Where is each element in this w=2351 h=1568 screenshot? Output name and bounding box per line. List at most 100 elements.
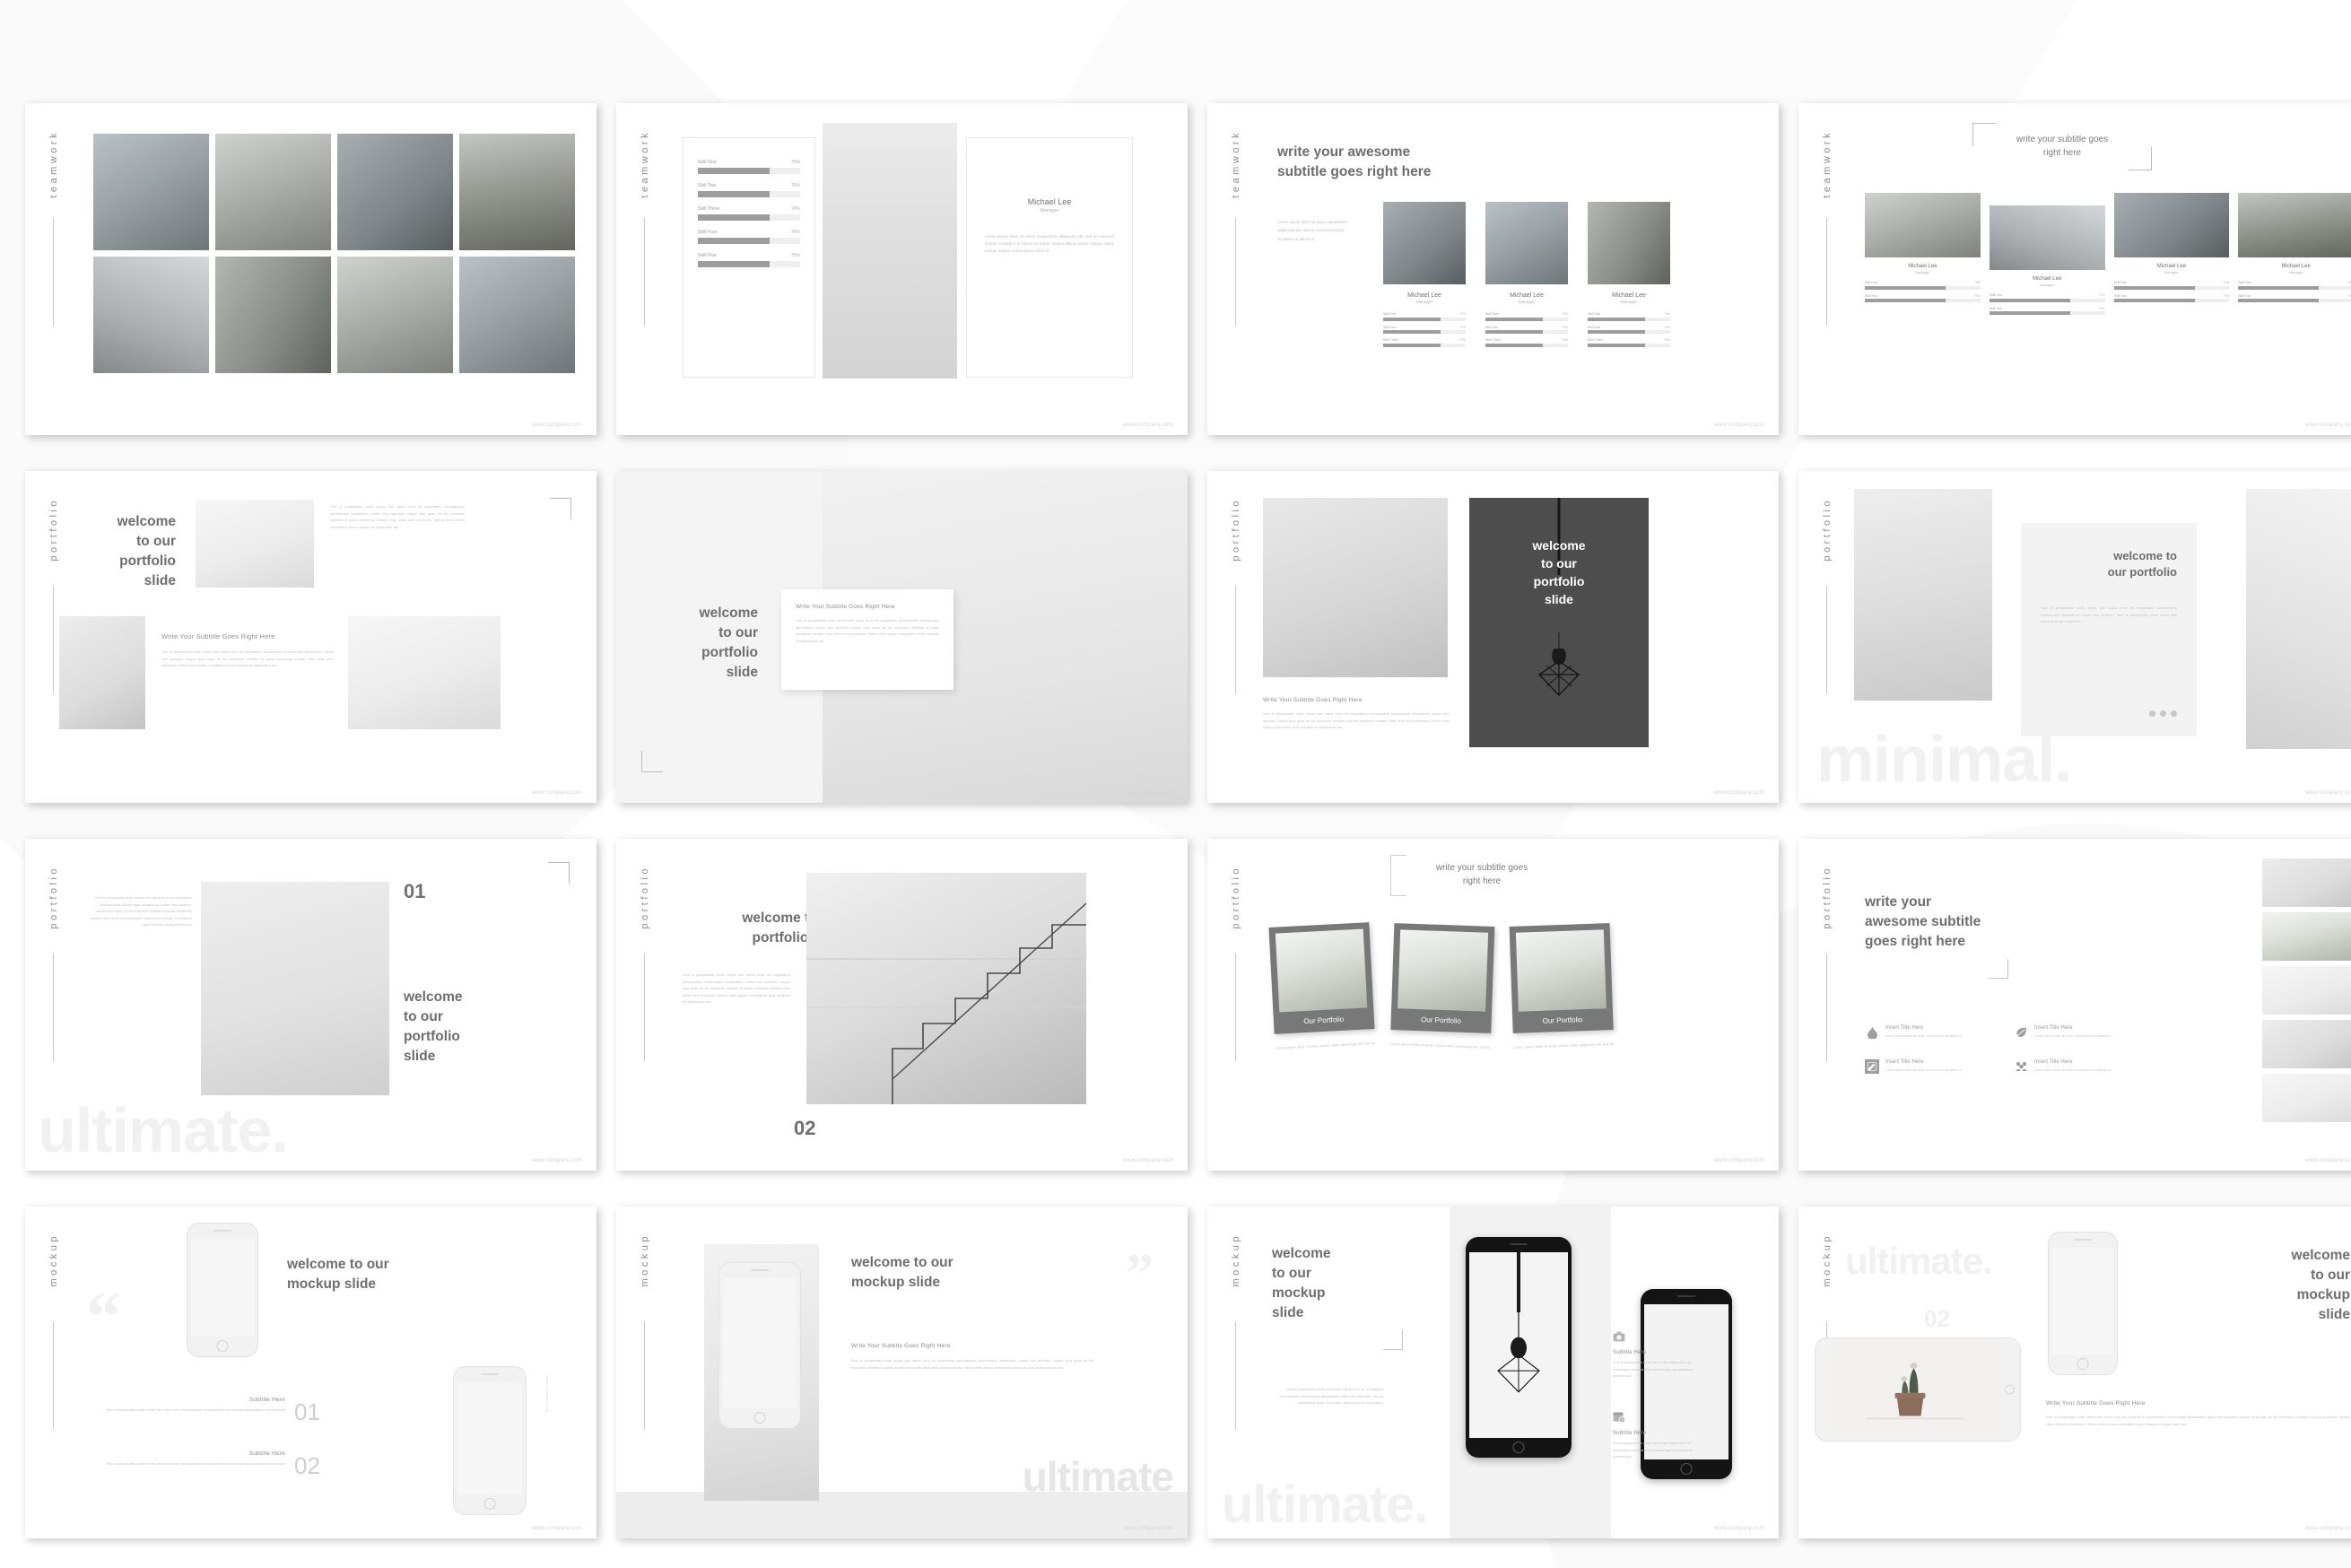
- slide-portfolio-chair-number[interactable]: portfolio ultimate. Sed ut perspiciatis …: [25, 839, 596, 1171]
- slide-team-four-members[interactable]: teamwork write your subtitle goes right …: [1798, 103, 2351, 435]
- slide-number: 01: [404, 880, 426, 902]
- member-card: Michael Lee Manager Skill One 70% Skill T…: [1485, 202, 1568, 352]
- polaroid-card[interactable]: Our Portfolio Lorem ipsum dolor sit amet…: [1509, 923, 1615, 1050]
- slide-subtitle: Subtitle Here: [248, 1397, 285, 1403]
- slide-title: write your subtitle goes right here: [1435, 863, 1528, 886]
- slide-portfolio-polaroids[interactable]: portfolio write your subtitle goes right…: [1207, 839, 1779, 1171]
- feature-item[interactable]: Insert Title Here Lorem ipsum dolor sit …: [2014, 1025, 2143, 1040]
- dot-1[interactable]: [2149, 710, 2155, 717]
- skill-name: Skill One: [1865, 281, 1878, 284]
- slide-team-photo-grid[interactable]: teamwork www.company.com: [25, 103, 596, 435]
- slide-subtitle: Write Your Subtitle Goes Right Here: [2046, 1400, 2146, 1407]
- slide-portfolio-minimal-interior[interactable]: portfolio minimal. welcome to our portfo…: [1798, 471, 2351, 803]
- slide-body-text: Sed ut perspiciatis unde omnis iste natu…: [106, 1461, 285, 1466]
- side-label-rule: [1826, 218, 1827, 326]
- thumb-photo: [2262, 1020, 2351, 1068]
- slide-mockup-landscape-phone[interactable]: mockup ultimate. 02 welcome to our mocku…: [1798, 1206, 2351, 1538]
- slide-portfolio-stairs[interactable]: portfolio welcome to our portfolio slide…: [616, 839, 1188, 1171]
- phone-mockup: [453, 1366, 527, 1515]
- stairs-photo: [2246, 489, 2351, 749]
- polaroid-card[interactable]: Our Portfolio Lorem ipsum dolor sit amet…: [1389, 923, 1494, 1050]
- polaroid-text: Lorem ipsum dolor sit amet, conse ctetur…: [1275, 1040, 1376, 1050]
- skill-name: Skill One: [2238, 281, 2251, 284]
- slide-title: write your awesome subtitle goes right h…: [1277, 144, 1432, 179]
- slide-side-label: teamwork: [48, 130, 59, 198]
- slide-side-label: mockup: [48, 1233, 59, 1287]
- slide-portfolio-welcome-images[interactable]: portfolio welcome to our portfolio slide…: [25, 471, 596, 803]
- slide-number: 02: [794, 1117, 816, 1139]
- polaroid-text: Lorem ipsum dolor sit amet, conse ctetur…: [1513, 1041, 1615, 1050]
- slide-title: welcome to our portfolio: [2107, 549, 2177, 579]
- slide-title: welcome to our mockup slide: [287, 1257, 389, 1292]
- slide-body-text: Sed ut perspiciatis unde omnis iste natu…: [796, 618, 939, 643]
- slide-team-three-members[interactable]: teamwork write your awesome subtitle goe…: [1207, 103, 1779, 435]
- corner-bracket: [550, 498, 571, 519]
- slide-portfolio-brushes-card[interactable]: portfolio welcome to our portfolio slide…: [616, 471, 1188, 803]
- portfolio-image: [1263, 498, 1448, 677]
- side-label-rule: [53, 1321, 54, 1429]
- polaroid-photo: [1516, 929, 1607, 1012]
- slide-portfolio-dark-panel[interactable]: portfolio Write Your Subtitle Goes Right…: [1207, 471, 1779, 803]
- person-role: Manager: [1620, 300, 1638, 304]
- skill-name: Skill One: [698, 160, 717, 165]
- person-name: Michael Lee: [1510, 292, 1544, 299]
- slide-side-label: portfolio: [48, 866, 59, 929]
- thumb-photo: [2262, 858, 2351, 907]
- footer-url: www.company.com: [2305, 1526, 2351, 1531]
- team-photo: [459, 257, 575, 373]
- presentation-template-preview: teamwork www.company.com teamwork Skill …: [0, 0, 2351, 1568]
- slide-mockup-two-phones[interactable]: mockup ultimate. welcome to our mockup s…: [1207, 1206, 1779, 1538]
- drop-icon: [1865, 1025, 1879, 1040]
- polaroid-caption: Our Portfolio: [1542, 1015, 1583, 1025]
- person-bio: Lorem ipsum dolor sit amet, consectetur …: [985, 234, 1114, 254]
- thumb-photo: [2262, 966, 2351, 1015]
- member-card: Michael Lee Manager Skill One 70% Skill T…: [1865, 193, 1981, 319]
- person-role: Manager: [2040, 283, 2055, 287]
- skill-name: Skill One: [1383, 312, 1397, 316]
- feature-item[interactable]: Insert Title Here Lorem ipsum dolor sit …: [2014, 1059, 2143, 1074]
- feature-text: Lorem ipsum dolor sit amet, consect etur…: [1885, 1034, 1963, 1038]
- polaroid-text: Lorem ipsum dolor sit amet, conse ctetur…: [1389, 1041, 1490, 1050]
- feature-title: Insert Title Here: [2034, 1025, 2073, 1031]
- side-label-rule: [53, 586, 54, 693]
- feature-text: Lorem ipsum dolor sit amet, consect etur…: [1885, 1068, 1963, 1072]
- side-label-rule: [53, 954, 54, 1061]
- dot-2[interactable]: [2160, 710, 2166, 717]
- footer-url: www.company.com: [532, 422, 582, 428]
- slide-side-label: teamwork: [1231, 130, 1241, 198]
- skill-pct: 70%: [1459, 312, 1466, 316]
- side-label-rule: [53, 218, 54, 326]
- member-card: Michael Lee Manager Skill One 70% Skill T…: [1989, 205, 2105, 319]
- slide-side-label: portfolio: [1231, 498, 1241, 562]
- skill-name: Skill Two: [2113, 293, 2127, 298]
- slide-portfolio-feature-list[interactable]: portfolio write your awesome subtitle go…: [1798, 839, 2351, 1171]
- slide-body-text: Sed ut perspiciatis unde omnis iste natu…: [1613, 1441, 1693, 1459]
- skill-name: Skill Three: [1588, 338, 1603, 342]
- corner-bracket: [1383, 1330, 1403, 1350]
- slide-mockup-quote-phones[interactable]: mockup “ welcome to our mockup slide Sub…: [25, 1206, 596, 1538]
- feature-item[interactable]: Insert Title Here Lorem ipsum dolor sit …: [1865, 1025, 1994, 1040]
- person-name: Michael Lee: [2281, 264, 2311, 269]
- phone-mockup: [187, 1223, 258, 1357]
- slide-body-text: Sed ut perspiciatis unde omnis iste natu…: [1280, 1387, 1383, 1406]
- slide-title: write your awesome subtitle goes right h…: [1865, 894, 1981, 949]
- skill-pct: 70%: [2223, 293, 2230, 298]
- skill-pct: 70%: [1562, 325, 1568, 329]
- watermark-text: ultimate.: [38, 1095, 289, 1165]
- slide-team-skills-profile[interactable]: teamwork Skill One 70% Skill Two 70% Skill…: [616, 103, 1188, 435]
- pagination-dots[interactable]: [2149, 710, 2177, 717]
- person-name: Michael Lee: [1612, 292, 1646, 299]
- person-role: Manager: [1518, 300, 1536, 304]
- feature-item[interactable]: Insert Title Here Lorem ipsum dolor sit …: [1865, 1059, 1994, 1074]
- footer-url: www.company.com: [1123, 422, 1173, 428]
- slide-body-text: Sed ut perspiciatis unde omnis iste natu…: [330, 504, 465, 529]
- slide-subtitle: Subtitle Here: [1613, 1350, 1647, 1355]
- skill-name: Skill One: [2113, 281, 2127, 284]
- dot-3[interactable]: [2171, 710, 2177, 717]
- polaroid-card[interactable]: Our Portfolio Lorem ipsum dolor sit amet…: [1268, 922, 1375, 1051]
- slide-mockup-hand-phone[interactable]: mockup ultimate welcome to our mockup sl…: [616, 1206, 1188, 1538]
- phone-mockup-landscape: [1815, 1337, 2021, 1442]
- skill-name: Skill Three: [1485, 338, 1501, 342]
- skill-pct: 70%: [790, 206, 800, 212]
- feature-text: Lorem ipsum dolor sit amet, consect etur…: [2034, 1034, 2112, 1038]
